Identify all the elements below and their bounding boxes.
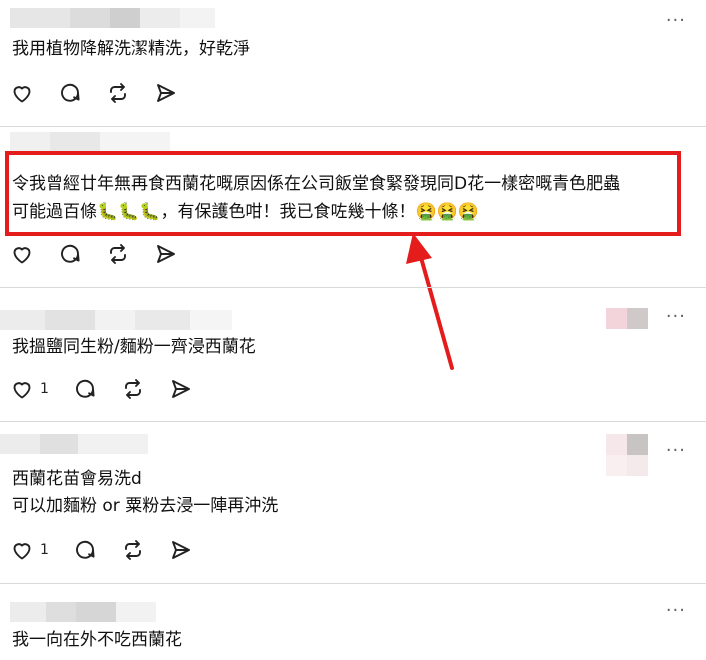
repost-icon — [110, 83, 126, 103]
heart-icon — [13, 382, 31, 399]
reply-button[interactable] — [73, 538, 97, 562]
comment-text-line-1: 西蘭花苗會易洗d — [12, 469, 142, 489]
more-options-button[interactable]: ··· — [666, 306, 686, 327]
repost-icon — [110, 244, 126, 264]
like-button[interactable] — [10, 81, 34, 105]
like-button[interactable]: 1 — [10, 377, 49, 401]
more-options-button[interactable]: ··· — [666, 10, 686, 31]
comment-5: ··· 我一向在外不吃西蘭花 — [0, 584, 706, 660]
blurred-username — [10, 602, 156, 622]
reply-button[interactable] — [73, 377, 97, 401]
like-button[interactable] — [10, 242, 34, 266]
comment-4: ··· 西蘭花苗會易洗d 可以加麵粉 or 粟粉去浸一陣再沖洗 1 — [0, 422, 706, 582]
repost-icon — [124, 379, 141, 399]
blurred-username — [0, 310, 232, 330]
more-options-button[interactable]: ··· — [666, 440, 686, 461]
reply-button[interactable] — [58, 81, 82, 105]
avatar[interactable] — [606, 434, 648, 476]
heart-icon — [13, 543, 31, 560]
share-icon — [171, 541, 190, 559]
share-icon — [157, 84, 175, 102]
like-button[interactable]: 1 — [10, 538, 49, 562]
blurred-username — [10, 8, 215, 28]
action-bar: 1 — [10, 376, 217, 402]
comment-1: ··· 我用植物降解洗潔精洗，好乾淨 — [0, 0, 706, 126]
repost-button[interactable] — [106, 242, 130, 266]
action-bar — [10, 241, 202, 267]
comment-text-line-2: 可以加麵粉 or 粟粉去浸一陣再沖洗 — [12, 496, 279, 516]
comment-text: 我用植物降解洗潔精洗，好乾淨 — [12, 39, 250, 59]
share-button[interactable] — [154, 81, 178, 105]
heart-icon — [13, 86, 31, 103]
heart-icon — [13, 247, 31, 264]
more-options-button[interactable]: ··· — [666, 600, 686, 621]
comment-icon — [61, 83, 80, 102]
repost-button[interactable] — [106, 81, 130, 105]
share-icon — [157, 245, 175, 263]
blurred-username — [10, 132, 170, 152]
share-button[interactable] — [169, 377, 193, 401]
comment-icon — [75, 540, 95, 559]
repost-button[interactable] — [121, 377, 145, 401]
action-bar: 1 — [10, 537, 217, 563]
repost-button[interactable] — [121, 538, 145, 562]
share-button[interactable] — [169, 538, 193, 562]
blurred-username — [0, 434, 148, 454]
comment-icon — [75, 379, 95, 398]
like-count: 1 — [40, 542, 49, 558]
like-count: 1 — [40, 381, 49, 397]
red-highlight-box — [5, 151, 681, 236]
share-icon — [171, 380, 190, 398]
action-bar — [10, 80, 202, 106]
repost-icon — [124, 540, 141, 560]
comment-icon — [61, 244, 80, 263]
comment-text: 我一向在外不吃西蘭花 — [12, 630, 182, 650]
comment-3: ··· 我搵鹽同生粉/麵粉一齊浸西蘭花 1 — [0, 288, 706, 420]
reply-button[interactable] — [58, 242, 82, 266]
share-button[interactable] — [154, 242, 178, 266]
avatar[interactable] — [606, 302, 648, 344]
comment-text: 我搵鹽同生粉/麵粉一齊浸西蘭花 — [12, 337, 256, 357]
